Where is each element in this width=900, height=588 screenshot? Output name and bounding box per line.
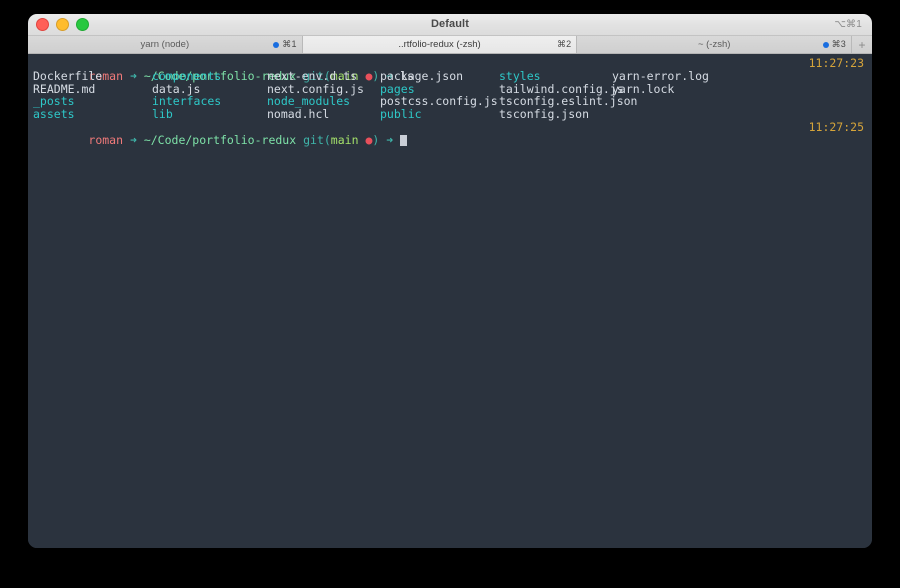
ls-directory-entry: lib [152, 107, 173, 122]
ls-directory-entry: components [152, 68, 222, 83]
window-titlebar[interactable]: Default ⌥⌘1 [28, 14, 872, 36]
ls-file-entry: yarn-error.log [612, 68, 709, 83]
command-timestamp: 11:27:23 [808, 56, 864, 70]
terminal-command-line: roman ➜ ~/Code/portfolio-redux git(main … [28, 56, 872, 82]
ls-row: assets lib nomad.hcl public tsconfig.json [33, 108, 872, 121]
tab-portfolio-redux-zsh[interactable]: ..rtfolio-redux (-zsh) ⌘2 [302, 36, 578, 53]
ls-directory-entry: styles [499, 68, 541, 83]
tab-indicators: ⌘3 [822, 36, 847, 53]
ls-file-entry [612, 95, 725, 108]
ls-directory-entry: assets [33, 107, 75, 122]
tab-shortcut-label: ⌘2 [556, 39, 572, 49]
tab-bar: yarn (node) ⌘1 ..rtfolio-redux (-zsh) ⌘2… [28, 36, 872, 54]
tab-label: ..rtfolio-redux (-zsh) [398, 39, 481, 50]
tab-label: ~ (-zsh) [697, 39, 731, 50]
ls-file-entry: next-env.d.ts [267, 68, 358, 83]
ls-file-entry: Dockerfile [33, 68, 103, 83]
terminal-body[interactable]: roman ➜ ~/Code/portfolio-redux git(main … [28, 54, 872, 548]
tab-indicators: ⌘1 [273, 36, 296, 53]
prompt-git-open: git( [303, 132, 331, 147]
tab-yarn-node[interactable]: yarn (node) ⌘1 [28, 36, 303, 53]
tab-label: yarn (node) [140, 39, 190, 50]
ls-file-entry [612, 108, 725, 121]
window-shortcut-label: ⌥⌘1 [834, 19, 862, 30]
window-title: Default [431, 18, 469, 30]
ls-file-entry: tsconfig.json [499, 107, 590, 122]
terminal-prompt-line: roman ➜ ~/Code/portfolio-redux git(main … [28, 119, 872, 146]
ls-output-grid: Dockerfile components next-env.d.ts package… [28, 68, 872, 121]
ls-file-entry: package.json [380, 68, 464, 83]
screenshot-root: Default ⌥⌘1 yarn (node) ⌘1 ..rtfolio-red… [0, 0, 900, 588]
prompt-user: roman [88, 132, 124, 147]
prompt-arrow-icon: ➜ [129, 132, 137, 147]
prompt-timestamp: 11:27:25 [808, 119, 864, 134]
terminal-window: Default ⌥⌘1 yarn (node) ⌘1 ..rtfolio-red… [28, 14, 872, 548]
tab-shortcut-label: ⌘1 [282, 39, 297, 49]
tab-home-zsh[interactable]: ~ (-zsh) ⌘3 [577, 36, 853, 53]
tab-indicators: ⌘2 [557, 36, 571, 53]
prompt-git-branch: main [330, 132, 359, 147]
text-cursor[interactable] [400, 134, 408, 146]
activity-dot-icon [273, 41, 280, 48]
ls-file-entry: nomad.hcl [267, 107, 330, 122]
activity-dot-icon [822, 41, 829, 48]
prompt-path: ~/Code/portfolio-redux [143, 132, 297, 147]
tab-shortcut-label: ⌘3 [831, 39, 847, 49]
ls-directory-entry: public [380, 107, 422, 122]
ls-row: Dockerfile components next-env.d.ts package… [33, 68, 872, 83]
new-tab-button[interactable]: + [852, 36, 872, 53]
